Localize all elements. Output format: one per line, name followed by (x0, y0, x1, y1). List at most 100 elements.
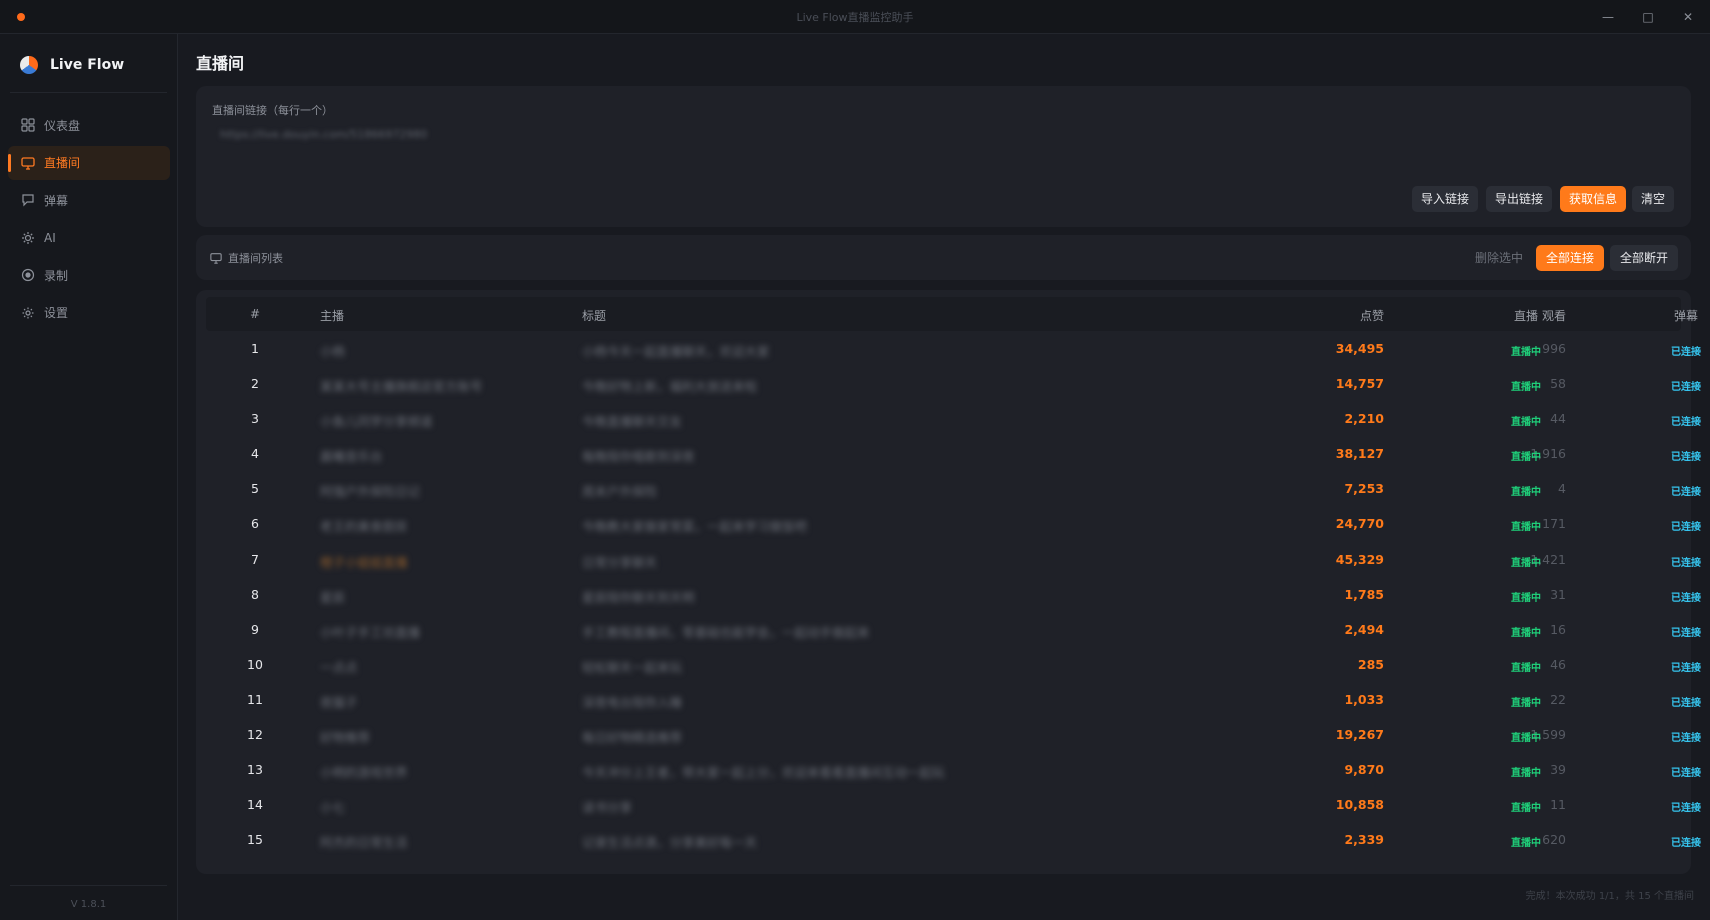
connect-all-button[interactable]: 全部连接 (1536, 245, 1604, 271)
row-likes: 14,757 (1335, 376, 1384, 392)
disconnect-all-button[interactable]: 全部断开 (1610, 245, 1678, 271)
row-likes: 38,127 (1335, 446, 1384, 462)
danmaku-status-badge[interactable]: 已连接 (1566, 483, 1710, 498)
sidebar-item-label: 设置 (44, 306, 69, 320)
url-input-panel: 直播间链接（每行一个） https://live.douyin.com/5186… (196, 86, 1691, 227)
row-host: 橙子小姐姐直播 (320, 554, 408, 570)
gear-icon (20, 305, 36, 321)
row-index: 3 (251, 411, 259, 427)
fetch-info-button[interactable]: 获取信息 (1560, 186, 1626, 212)
row-title: 手工教程直播间，零基础也能学会，一起动手做起来 (582, 624, 870, 640)
table-row[interactable]: 15 阿杰的日常生活 记录生活点滴，分享美好每一天 2,339 620 直播中 … (206, 823, 1701, 858)
table-row[interactable]: 13 小明的游戏世界 今天冲分上王者，带大家一起上分，欢迎来看看直播间互动一起玩… (206, 753, 1701, 788)
chat-bubble-icon (20, 192, 36, 208)
delete-selected-button[interactable]: 删除选中 (1468, 245, 1530, 271)
table-row[interactable]: 6 老王的美食厨房 今晚教大家做家常菜，一起来学习做饭吧 24,770 171 … (206, 507, 1701, 542)
row-title: 每晚陪你唱歌到深夜 (582, 449, 695, 465)
export-links-button[interactable]: 导出链接 (1486, 186, 1552, 212)
row-host: 小鱼儿同学分享频道 (320, 414, 433, 430)
sun-sparkle-icon (20, 230, 36, 246)
row-host: 阿强户外探险日记 (320, 484, 421, 500)
brand: Live Flow (20, 52, 124, 78)
danmaku-status-badge[interactable]: 已连接 (1566, 624, 1710, 639)
danmaku-status-badge[interactable]: 已连接 (1566, 729, 1710, 744)
row-host: 星辰 (320, 589, 346, 605)
table-row[interactable]: 7 橙子小姐姐直播 日常分享聊天 45,329 1,421 直播中 已连接 (206, 543, 1701, 578)
row-index: 6 (251, 516, 259, 532)
row-likes: 1,785 (1344, 586, 1384, 602)
minimize-icon[interactable]: — (1596, 6, 1620, 28)
row-index: 11 (247, 691, 263, 707)
danmaku-status-badge[interactable]: 已连接 (1566, 378, 1710, 393)
room-table: # 主播 标题 点赞 观看 直播 弹幕 1 小杨 小杨今天一起直播聊天，欢迎大家… (196, 290, 1701, 874)
table-header: # 主播 标题 点赞 观看 直播 弹幕 (206, 297, 1698, 331)
room-list-title: 直播间列表 (210, 250, 283, 266)
danmaku-status-badge[interactable]: 已连接 (1566, 764, 1710, 779)
sidebar-item-label: 直播间 (44, 156, 81, 170)
row-index: 15 (247, 832, 263, 848)
sidebar-item-label: AI (44, 230, 56, 245)
table-row[interactable]: 3 小鱼儿同学分享频道 今晚直播聊天交友 2,210 44 直播中 已连接 (206, 402, 1701, 437)
column-header-title[interactable]: 标题 (582, 307, 606, 324)
room-list-title-text: 直播间列表 (228, 252, 283, 265)
danmaku-status-badge[interactable]: 已连接 (1566, 554, 1710, 569)
table-row[interactable]: 8 星辰 星辰陪你聊天到天明 1,785 31 直播中 已连接 (206, 578, 1701, 613)
sidebar-item-live-rooms[interactable]: 直播间 (8, 145, 170, 180)
danmaku-status-badge[interactable]: 已连接 (1566, 448, 1710, 463)
column-header-index: # (249, 307, 261, 321)
column-header-danmaku[interactable]: 弹幕 (1566, 307, 1710, 324)
column-header-host[interactable]: 主播 (320, 307, 344, 324)
row-title: 今晚直播聊天交友 (582, 414, 683, 430)
row-host: 好物推荐 (320, 730, 371, 746)
row-index: 13 (247, 762, 263, 778)
table-row[interactable]: 5 阿强户外探险日记 周末户外探险 7,253 4 直播中 已连接 (206, 472, 1701, 507)
row-title: 今晚好物上新，福利大放送来啦 (582, 379, 758, 395)
row-host: 某某大号主播旗舰店官方账号 (320, 379, 483, 395)
sidebar-item-danmaku[interactable]: 弹幕 (8, 183, 170, 217)
table-row[interactable]: 4 晨曦音乐台 每晚陪你唱歌到深夜 38,127 1,916 直播中 已连接 (206, 437, 1701, 472)
status-bar: 完成！本次成功 1/1，共 15 个直播间 (1525, 891, 1694, 902)
danmaku-status-badge[interactable]: 已连接 (1566, 343, 1710, 358)
table-row[interactable]: 1 小杨 小杨今天一起直播聊天，欢迎大家 34,495 996 直播中 已连接 (206, 332, 1701, 367)
clear-button[interactable]: 清空 (1632, 186, 1674, 212)
import-links-button[interactable]: 导入链接 (1412, 186, 1478, 212)
danmaku-status-badge[interactable]: 已连接 (1566, 659, 1710, 674)
close-icon[interactable]: ✕ (1676, 6, 1700, 28)
sidebar-item-label: 录制 (44, 268, 69, 283)
danmaku-status-badge[interactable]: 已连接 (1566, 834, 1710, 849)
table-row[interactable]: 12 好物推荐 每日好物精选推荐 19,267 1,599 直播中 已连接 (206, 718, 1701, 753)
danmaku-status-badge[interactable]: 已连接 (1566, 518, 1710, 533)
danmaku-status-badge[interactable]: 已连接 (1566, 589, 1710, 604)
column-header-likes[interactable]: 点赞 (1206, 307, 1384, 324)
table-row[interactable]: 10 一点点 轻松聊天一起来玩 285 46 直播中 已连接 (206, 648, 1701, 683)
row-likes: 7,253 (1344, 481, 1384, 497)
row-index: 2 (251, 376, 259, 392)
danmaku-status-badge[interactable]: 已连接 (1566, 413, 1710, 428)
app-version: V 1.8.1 (70, 899, 107, 910)
table-row[interactable]: 11 夜猫子 深夜电台陪你入睡 1,033 22 直播中 已连接 (206, 683, 1701, 718)
url-textarea[interactable]: https://live.douyin.com/51866972980 (206, 122, 1406, 192)
sidebar-item-settings[interactable]: 设置 (8, 296, 170, 330)
url-field-label: 直播间链接（每行一个） (212, 104, 333, 117)
maximize-icon[interactable]: □ (1636, 6, 1660, 28)
row-title: 日常分享聊天 (582, 554, 658, 570)
row-title: 每日好物精选推荐 (582, 730, 683, 746)
danmaku-status-badge[interactable]: 已连接 (1566, 694, 1710, 709)
table-row[interactable]: 9 小叶子手工坊直播 手工教程直播间，零基础也能学会，一起动手做起来 2,494… (206, 613, 1701, 648)
row-host: 一点点 (320, 659, 358, 675)
table-row[interactable]: 14 小七 读书分享 10,858 11 直播中 已连接 (206, 788, 1701, 823)
row-likes: 24,770 (1335, 516, 1384, 532)
sidebar-item-dashboard[interactable]: 仪表盘 (8, 108, 170, 142)
monitor-icon (210, 252, 222, 264)
dashboard-grid-icon (20, 117, 36, 133)
divider (10, 885, 167, 886)
sidebar-item-ai[interactable]: AI (8, 221, 170, 255)
row-title: 读书分享 (582, 800, 633, 816)
window-title: Live Flow直播监控助手 (796, 11, 914, 24)
danmaku-status-badge[interactable]: 已连接 (1566, 799, 1710, 814)
monitor-icon (20, 155, 36, 171)
sidebar-item-record[interactable]: 录制 (8, 258, 170, 292)
row-host: 小杨 (320, 344, 346, 359)
row-title: 周末户外探险 (582, 484, 658, 500)
table-row[interactable]: 2 某某大号主播旗舰店官方账号 今晚好物上新，福利大放送来啦 14,757 58… (206, 367, 1701, 402)
